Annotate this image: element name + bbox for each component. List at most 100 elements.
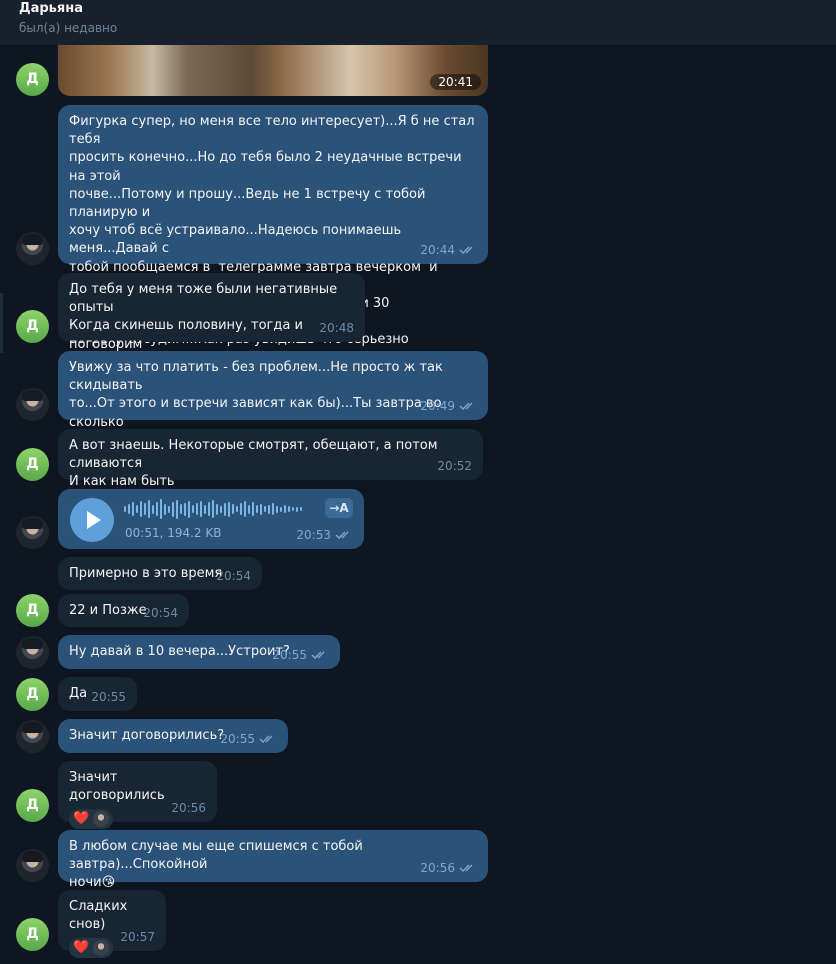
contact-avatar[interactable]: Д (16, 918, 49, 951)
message-time: 20:54 (216, 568, 251, 583)
read-checks-icon (311, 651, 325, 659)
heart-reaction-icon: ❤️ (73, 940, 90, 956)
contact-avatar[interactable]: Д (16, 310, 49, 343)
waveform-bar (240, 503, 242, 515)
message-time: 20:56 (171, 800, 206, 815)
message-time: 20:56 (420, 860, 455, 875)
waveform-bar (160, 499, 162, 519)
waveform-bar (192, 505, 194, 513)
contact-avatar[interactable]: Д (16, 448, 49, 481)
contact-avatar[interactable]: Д (16, 594, 49, 627)
waveform-bar (200, 501, 202, 517)
message-text: А вот знаешь. Некоторые смотрят, обещают… (69, 438, 438, 490)
message-time: 20:41 (430, 74, 481, 90)
transcribe-button[interactable]: →A (325, 498, 353, 518)
waveform-bar (216, 503, 218, 515)
chat-header[interactable]: Дарьяна был(а) недавно (0, 0, 836, 46)
outgoing-message[interactable]: Фигурка супер, но меня все тело интересу… (58, 105, 488, 384)
waveform-bar (248, 504, 250, 514)
waveform-bar (148, 500, 150, 518)
waveform-bar (244, 501, 246, 517)
my-avatar[interactable] (16, 636, 49, 669)
reactor-avatar (93, 811, 110, 828)
message-time: 20:57 (120, 929, 155, 944)
waveform-bar (184, 502, 186, 516)
waveform-bar (136, 505, 138, 513)
message-time: 20:55 (272, 647, 307, 662)
read-checks-icon (459, 402, 473, 410)
waveform-bar (128, 504, 130, 514)
incoming-message[interactable]: Значит договорились ❤️ 20:56 (58, 761, 217, 830)
play-icon[interactable] (70, 498, 114, 542)
message-time: 20:48 (319, 320, 354, 335)
incoming-message[interactable]: Да 20:55 (58, 677, 137, 711)
waveform-bar (208, 502, 210, 516)
message-text: В любом случае мы еще спишемся с тобой з… (69, 839, 363, 891)
waveform-bar (256, 505, 258, 513)
sidebar-edge (0, 293, 3, 353)
message-time: 20:52 (437, 458, 472, 473)
reactions[interactable]: ❤️ (69, 809, 113, 830)
incoming-message[interactable]: Примерно в это время 20:54 (58, 557, 262, 590)
waveform-bar (272, 503, 274, 515)
message-time: 20:55 (220, 731, 255, 746)
contact-status: был(а) недавно (19, 21, 118, 35)
photo-message[interactable]: 20:41 (58, 45, 488, 96)
waveform-bar (188, 500, 190, 518)
message-time: 20:53 (296, 527, 331, 542)
voice-message[interactable]: 00:51, 194.2 KB →A 20:53 (58, 489, 364, 549)
outgoing-message[interactable]: Увижу за что платить - без проблем...Не … (58, 351, 488, 448)
my-avatar[interactable] (16, 232, 49, 265)
waveform-bar (196, 503, 198, 515)
read-checks-icon (459, 246, 473, 254)
waveform-bar (236, 506, 238, 512)
read-checks-icon (459, 864, 473, 872)
read-checks-icon (335, 531, 349, 539)
waveform-bar (276, 505, 278, 513)
contact-avatar[interactable]: Д (16, 789, 49, 822)
waveform-bar (124, 506, 126, 512)
contact-name[interactable]: Дарьяна (19, 1, 83, 16)
waveform-bar (132, 502, 134, 516)
waveform-bar (232, 504, 234, 514)
message-time: 20:44 (420, 242, 455, 257)
heart-reaction-icon: ❤️ (73, 811, 90, 827)
incoming-message[interactable]: До тебя у меня тоже были негативные опыт… (58, 273, 365, 370)
contact-avatar[interactable]: Д (16, 678, 49, 711)
waveform-bar (164, 503, 166, 515)
waveform-bar (144, 503, 146, 515)
waveform-bar (260, 503, 262, 515)
waveform-bar (252, 502, 254, 516)
incoming-message[interactable]: 22 и Позже 20:54 (58, 594, 189, 627)
outgoing-message[interactable]: В любом случае мы еще спишемся с тобой з… (58, 830, 488, 890)
waveform-bar (288, 506, 290, 512)
waveform-bar (220, 505, 222, 513)
incoming-message[interactable]: Сладких снов) ❤️ 20:57 (58, 890, 166, 959)
waveform-bar (268, 504, 270, 514)
waveform-bar (264, 506, 266, 512)
waveform-bar (300, 507, 302, 511)
outgoing-message[interactable]: Значит договорились? 20:55 (58, 719, 288, 753)
waveform-bar (168, 505, 170, 513)
waveform-bar (140, 501, 142, 517)
message-time: 20:55 (91, 689, 126, 704)
message-time: 20:54 (143, 605, 178, 620)
waveform-bar (204, 504, 206, 514)
waveform-bar (284, 505, 286, 513)
waveform-bar (280, 506, 282, 512)
waveform[interactable] (124, 499, 316, 519)
outgoing-message[interactable]: Ну давай в 10 вечера...Устроит? 20:55 (58, 635, 340, 669)
my-avatar[interactable] (16, 388, 49, 421)
waveform-bar (224, 502, 226, 516)
my-avatar[interactable] (16, 849, 49, 882)
my-avatar[interactable] (16, 516, 49, 549)
contact-avatar[interactable]: Д (16, 63, 49, 96)
waveform-bar (292, 507, 294, 511)
waveform-bar (296, 506, 298, 512)
reactions[interactable]: ❤️ (69, 938, 113, 959)
waveform-bar (152, 504, 154, 514)
waveform-bar (172, 501, 174, 517)
message-time: 20:49 (420, 398, 455, 413)
my-avatar[interactable] (16, 720, 49, 753)
incoming-message[interactable]: А вот знаешь. Некоторые смотрят, обещают… (58, 429, 483, 489)
